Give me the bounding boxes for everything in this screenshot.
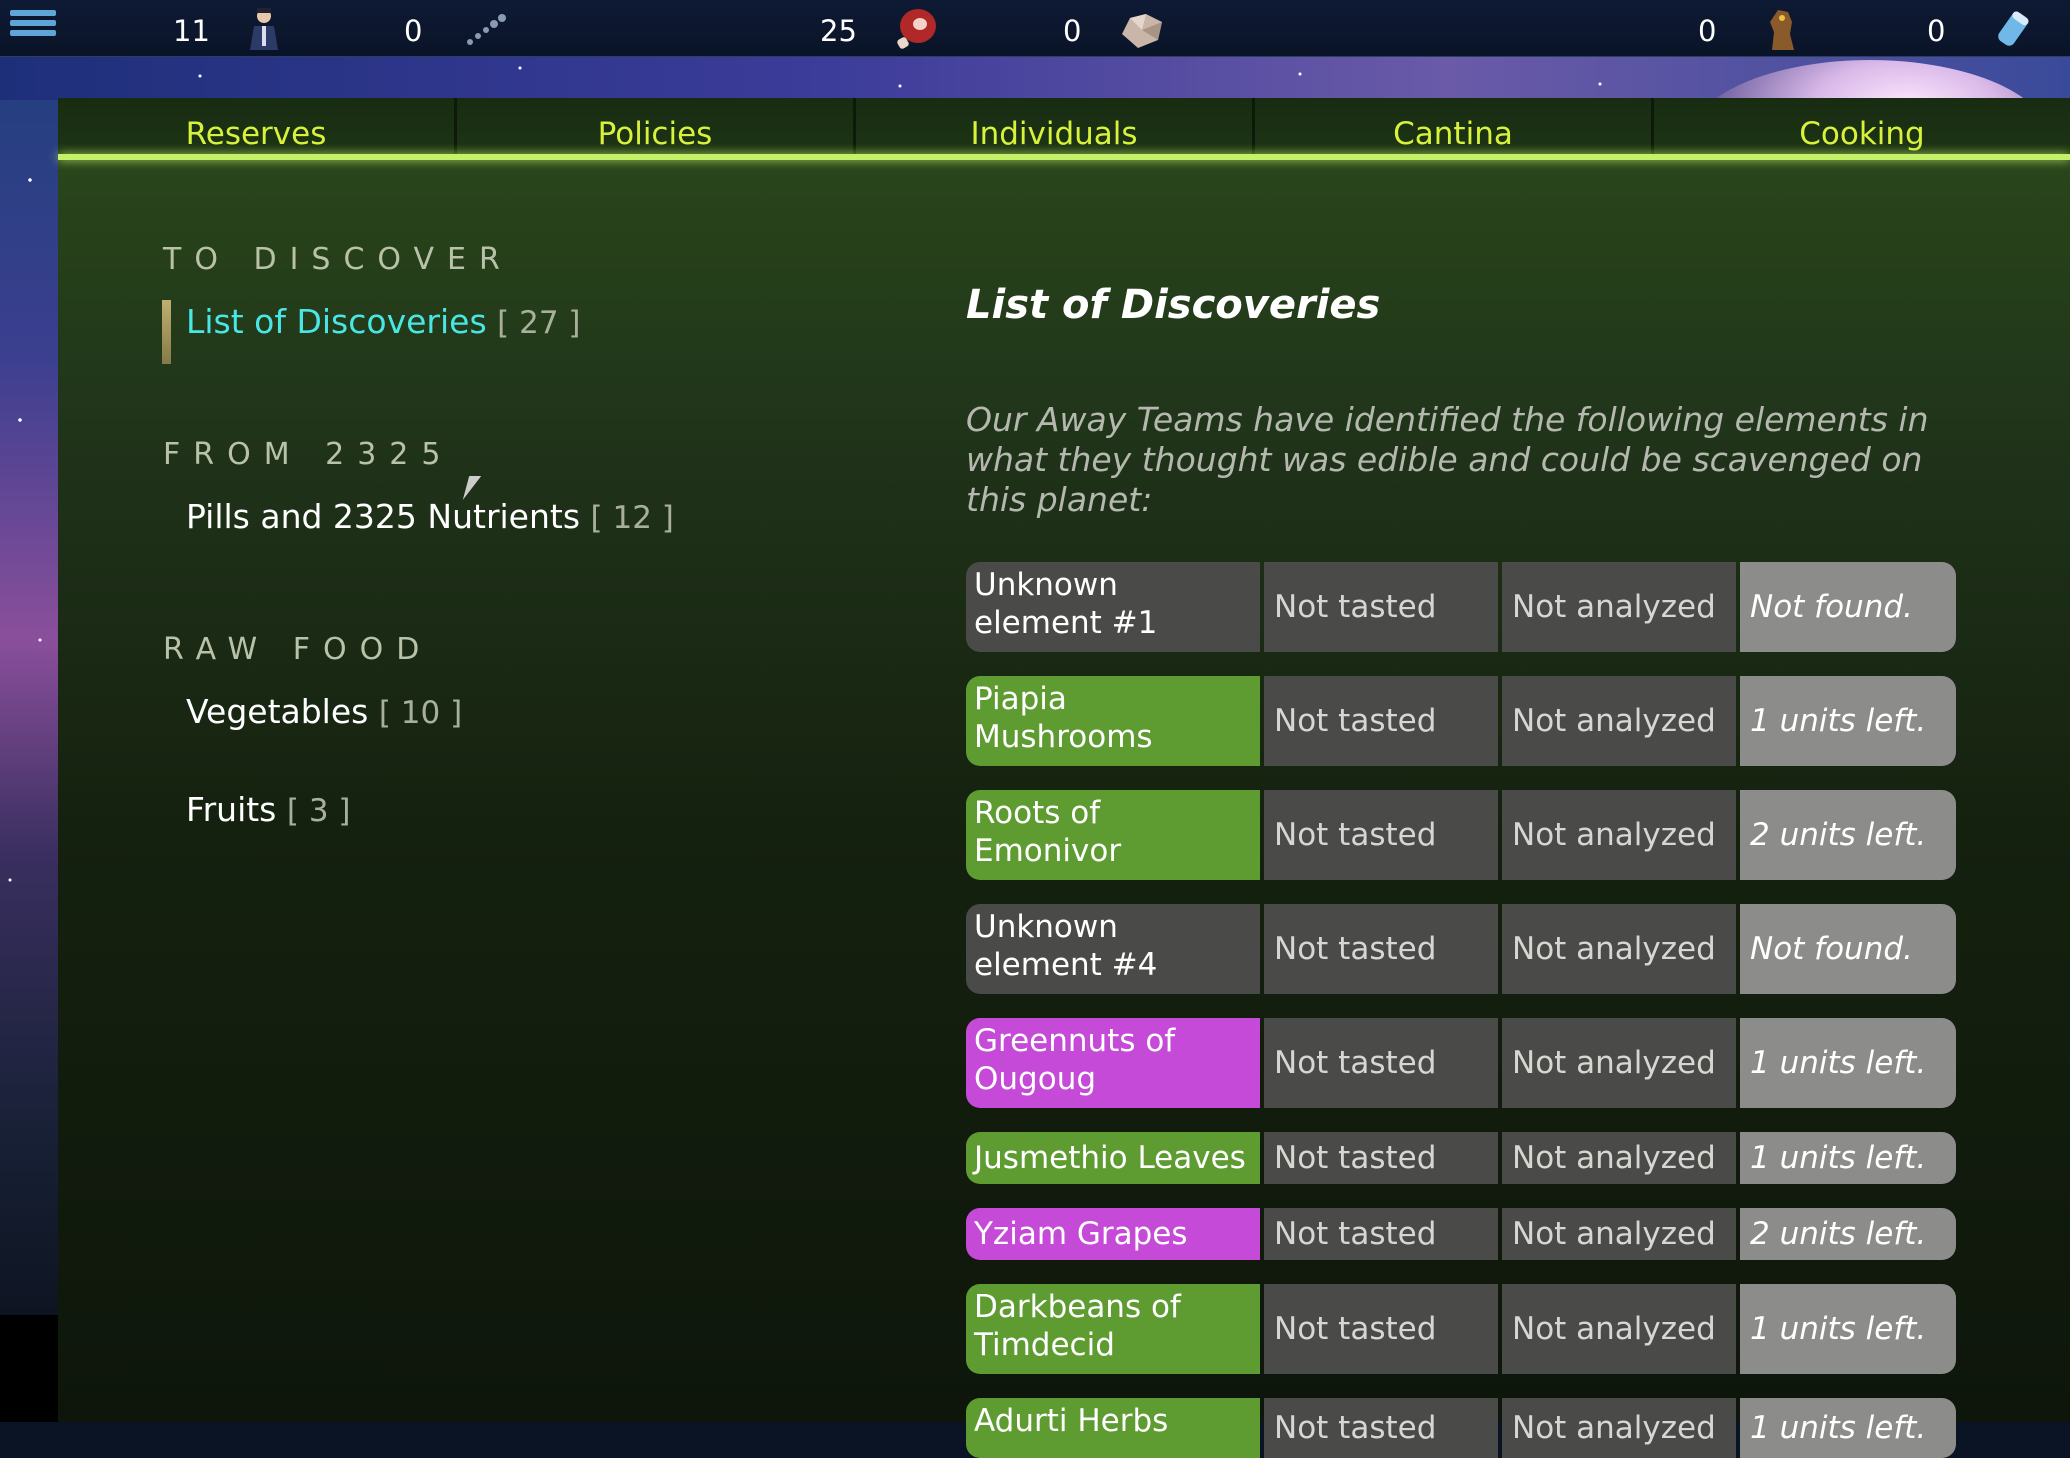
stock-status: 2 units left. xyxy=(1740,790,1956,880)
stock-status: 1 units left. xyxy=(1740,676,1956,766)
active-item-indicator xyxy=(162,300,171,364)
table-row[interactable]: Unknown element #4 Not tasted Not analyzed… xyxy=(966,904,1956,994)
analysis-status: Not analyzed xyxy=(1502,1398,1736,1458)
sidebar-item-label: Pills and 2325 Nutrients xyxy=(186,497,581,536)
element-name: Darkbeans of Timdecid xyxy=(966,1284,1260,1374)
sidebar-item-list-of-discoveries[interactable]: List of Discoveries [ 27 ] xyxy=(186,302,581,341)
analysis-status: Not analyzed xyxy=(1502,790,1736,880)
taste-status: Not tasted xyxy=(1264,676,1498,766)
creature-icon[interactable] xyxy=(1758,4,1806,52)
rock-food-count: 0 xyxy=(1063,14,1082,48)
taste-status: Not tasted xyxy=(1264,1132,1498,1184)
resource-bar: 11 0 25 0 0 0 xyxy=(0,0,2070,57)
intro-text: Our Away Teams have identified the follo… xyxy=(966,400,1929,519)
analysis-status: Not analyzed xyxy=(1502,1284,1736,1374)
table-row[interactable]: Jusmethio Leaves Not tasted Not analyzed 1 … xyxy=(966,1132,1956,1184)
analysis-status: Not analyzed xyxy=(1502,1018,1736,1108)
page-title: List of Discoveries xyxy=(966,282,1381,328)
sidebar-item-fruits[interactable]: Fruits [ 3 ] xyxy=(186,790,351,829)
section-title-from-2325: FROM 2325 xyxy=(163,437,454,472)
tab-individuals[interactable]: Individuals xyxy=(856,98,1255,156)
element-name: Unknown element #1 xyxy=(966,562,1260,652)
element-name: Yziam Grapes xyxy=(966,1208,1260,1260)
element-name: Piapia Mushrooms xyxy=(966,676,1260,766)
tab-underline xyxy=(58,154,2070,160)
sidebar-item-label: Fruits xyxy=(186,790,277,829)
table-row[interactable]: Piapia Mushrooms Not tasted Not analyzed 1 … xyxy=(966,676,1956,766)
taste-status: Not tasted xyxy=(1264,790,1498,880)
table-row[interactable]: Roots of Emonivor Not tasted Not analyzed 2… xyxy=(966,790,1956,880)
element-name: Jusmethio Leaves xyxy=(966,1132,1260,1184)
canister-icon[interactable] xyxy=(1990,4,2038,52)
table-row[interactable]: Greennuts of Ougoug Not tasted Not analyze… xyxy=(966,1018,1956,1108)
taste-status: Not tasted xyxy=(1264,904,1498,994)
taste-status: Not tasted xyxy=(1264,1208,1498,1260)
tab-policies[interactable]: Policies xyxy=(457,98,856,156)
table-row[interactable]: Yziam Grapes Not tasted Not analyzed 2 unit… xyxy=(966,1208,1956,1260)
taste-status: Not tasted xyxy=(1264,562,1498,652)
meat-icon[interactable] xyxy=(892,4,940,52)
pills-count: 0 xyxy=(404,14,423,48)
stock-status: Not found. xyxy=(1740,562,1956,652)
analysis-status: Not analyzed xyxy=(1502,1132,1736,1184)
stock-status: 2 units left. xyxy=(1740,1208,1956,1260)
taste-status: Not tasted xyxy=(1264,1284,1498,1374)
element-name: Unknown element #4 xyxy=(966,904,1260,994)
canister-count: 0 xyxy=(1927,14,1946,48)
table-row[interactable]: Adurti Herbs Not tasted Not analyzed 1 unit… xyxy=(966,1398,1956,1458)
taste-status: Not tasted xyxy=(1264,1398,1498,1458)
crew-member-icon[interactable] xyxy=(240,4,288,52)
sidebar-item-count: [ 27 ] xyxy=(497,305,581,341)
sidebar-item-label: List of Discoveries xyxy=(186,302,487,341)
analysis-status: Not analyzed xyxy=(1502,904,1736,994)
stock-status: 1 units left. xyxy=(1740,1132,1956,1184)
sidebar-item-count: [ 3 ] xyxy=(286,793,351,829)
tab-bar: Reserves Policies Individuals Cantina Co… xyxy=(58,98,2070,156)
analysis-status: Not analyzed xyxy=(1502,1208,1736,1260)
hamburger-menu-icon[interactable] xyxy=(10,10,56,44)
element-name: Roots of Emonivor xyxy=(966,790,1260,880)
stock-status: 1 units left. xyxy=(1740,1398,1956,1458)
pill-capsule-icon[interactable] xyxy=(462,4,510,52)
table-row[interactable]: Unknown element #1 Not tasted Not analyzed… xyxy=(966,562,1956,652)
section-title-to-discover: TO DISCOVER xyxy=(163,242,513,277)
stock-status: Not found. xyxy=(1740,904,1956,994)
bottom-corner xyxy=(0,1315,58,1422)
creature-count: 0 xyxy=(1698,14,1717,48)
sidebar-item-vegetables[interactable]: Vegetables [ 10 ] xyxy=(186,692,462,731)
crew-count: 11 xyxy=(173,14,210,48)
sidebar-item-count: [ 12 ] xyxy=(590,500,674,536)
stock-status: 1 units left. xyxy=(1740,1018,1956,1108)
tab-reserves[interactable]: Reserves xyxy=(58,98,457,156)
stock-status: 1 units left. xyxy=(1740,1284,1956,1374)
element-name: Greennuts of Ougoug xyxy=(966,1018,1260,1108)
section-title-raw-food: RAW FOOD xyxy=(163,632,433,667)
sidebar-item-label: Vegetables xyxy=(186,692,369,731)
sidebar-item-pills-nutrients[interactable]: Pills and 2325 Nutrients [ 12 ] xyxy=(186,497,674,536)
meat-count: 25 xyxy=(820,14,857,48)
taste-status: Not tasted xyxy=(1264,1018,1498,1108)
element-name: Adurti Herbs xyxy=(966,1398,1260,1458)
tab-cantina[interactable]: Cantina xyxy=(1255,98,1654,156)
analysis-status: Not analyzed xyxy=(1502,676,1736,766)
sidebar-item-count: [ 10 ] xyxy=(378,695,463,731)
rock-food-icon[interactable] xyxy=(1118,4,1166,52)
table-row[interactable]: Darkbeans of Timdecid Not tasted Not analy… xyxy=(966,1284,1956,1374)
analysis-status: Not analyzed xyxy=(1502,562,1736,652)
tab-cooking[interactable]: Cooking xyxy=(1654,98,2070,156)
